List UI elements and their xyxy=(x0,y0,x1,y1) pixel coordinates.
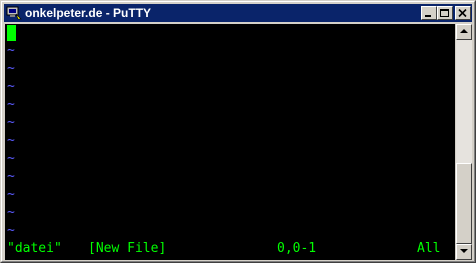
title-bar[interactable]: onkelpeter.de - PuTTY xyxy=(4,4,472,22)
empty-line-marker: ~ xyxy=(7,223,15,238)
close-icon xyxy=(458,9,467,18)
maximize-button[interactable] xyxy=(437,6,453,20)
status-file-flag: [New File] xyxy=(88,241,167,256)
empty-line-marker: ~ xyxy=(7,79,15,94)
empty-line-marker: ~ xyxy=(7,133,15,148)
empty-line-marker: ~ xyxy=(7,151,15,166)
vim-status-line: "datei" [New File] 0,0-1 All xyxy=(7,241,453,257)
status-cursor-position: 0,0-1 xyxy=(277,241,317,256)
close-button[interactable] xyxy=(455,6,471,20)
scroll-down-button[interactable] xyxy=(456,244,472,260)
empty-line-marker: ~ xyxy=(7,115,15,130)
minimize-button[interactable] xyxy=(421,6,437,20)
window-title: onkelpeter.de - PuTTY xyxy=(25,6,152,20)
arrow-up-icon xyxy=(460,29,468,33)
empty-line-marker: ~ xyxy=(7,205,15,220)
status-scroll-indicator: All xyxy=(417,241,441,256)
terminal-area[interactable]: ~ ~ ~ ~ ~ ~ ~ ~ ~ ~ ~ "datei" [New File]… xyxy=(5,24,455,260)
empty-line-marker: ~ xyxy=(7,43,15,58)
empty-line-marker: ~ xyxy=(7,97,15,112)
empty-line-marker: ~ xyxy=(7,187,15,202)
minimize-icon xyxy=(425,15,431,17)
scroll-up-button[interactable] xyxy=(456,24,472,40)
scrollbar-thumb[interactable] xyxy=(456,163,472,244)
vertical-scrollbar[interactable] xyxy=(456,24,472,260)
empty-line-marker: ~ xyxy=(7,61,15,76)
arrow-down-icon xyxy=(460,249,468,253)
maximize-icon xyxy=(440,9,449,17)
text-cursor xyxy=(7,25,16,41)
putty-window: onkelpeter.de - PuTTY ~ ~ ~ ~ ~ ~ ~ ~ ~ … xyxy=(0,0,476,263)
putty-app-icon[interactable] xyxy=(6,5,22,21)
empty-line-marker: ~ xyxy=(7,169,15,184)
status-filename: "datei" xyxy=(7,241,62,256)
